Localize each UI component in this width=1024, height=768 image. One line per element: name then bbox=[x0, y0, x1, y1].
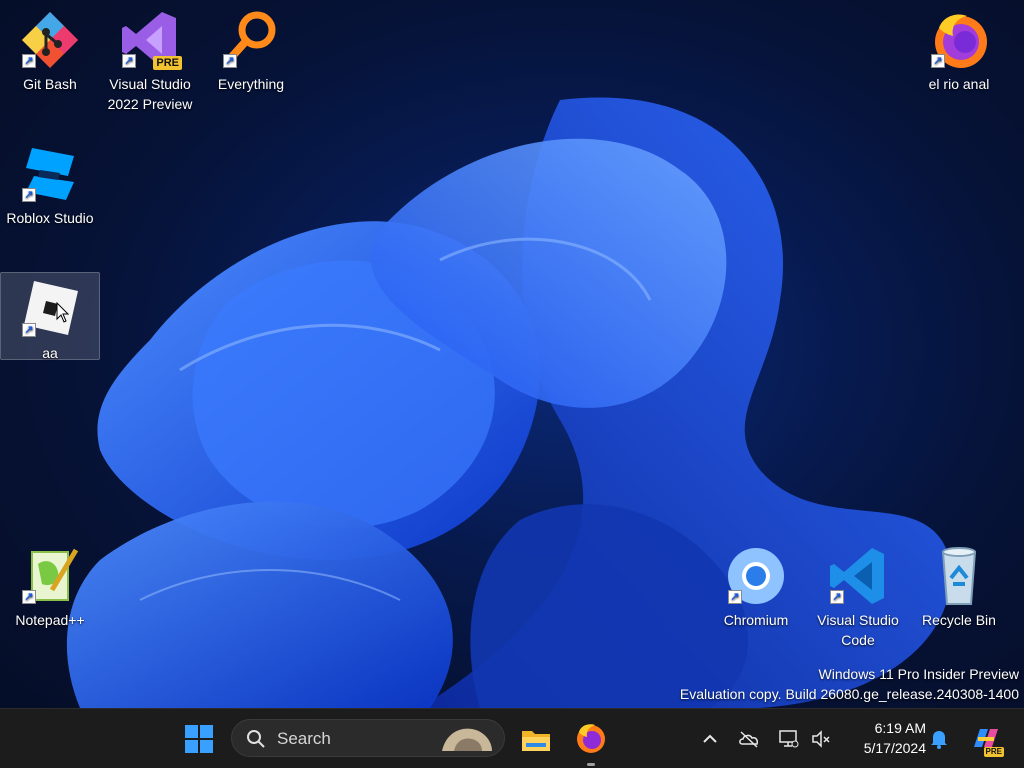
desktop-icon-chromium[interactable]: ↗ Chromium bbox=[708, 540, 804, 632]
visual-studio-preview-icon: PRE ↗ bbox=[118, 8, 182, 72]
desktop-icon-firefox[interactable]: ↗ el rio anal bbox=[911, 4, 1007, 96]
show-hidden-icons-button[interactable] bbox=[698, 727, 722, 751]
shortcut-arrow-icon: ↗ bbox=[22, 323, 36, 337]
start-icon bbox=[185, 725, 213, 753]
firefox-taskbar-button[interactable] bbox=[571, 719, 611, 766]
shortcut-arrow-icon: ↗ bbox=[22, 54, 36, 68]
running-indicator bbox=[587, 763, 595, 766]
desktop-icon-label: Recycle Bin bbox=[922, 612, 996, 628]
desktop-icon-visual-studio-preview[interactable]: PRE ↗ Visual Studio 2022 Preview bbox=[102, 4, 198, 116]
copilot-button[interactable]: PRE bbox=[966, 719, 1006, 759]
vscode-icon: ↗ bbox=[826, 544, 890, 608]
clock-time: 6:19 AM bbox=[874, 720, 926, 736]
shortcut-arrow-icon: ↗ bbox=[223, 54, 237, 68]
shortcut-arrow-icon: ↗ bbox=[728, 590, 742, 604]
desktop-icon-roblox-studio[interactable]: ↗ Roblox Studio bbox=[2, 138, 98, 230]
everything-search-icon: ↗ bbox=[219, 8, 283, 72]
recycle-bin-icon bbox=[927, 544, 991, 608]
desktop-icon-label: Visual Studio Code bbox=[817, 612, 899, 648]
shortcut-arrow-icon: ↗ bbox=[122, 54, 136, 68]
network-icon bbox=[779, 730, 799, 748]
search-icon bbox=[247, 730, 265, 748]
desktop-icon-label: Visual Studio 2022 Preview bbox=[107, 76, 193, 112]
chromium-icon: ↗ bbox=[724, 544, 788, 608]
watermark-line-1: Windows 11 Pro Insider Preview bbox=[818, 666, 1019, 682]
evaluation-watermark: Windows 11 Pro Insider Preview Evaluatio… bbox=[680, 664, 1019, 704]
copilot-pre-badge: PRE bbox=[983, 747, 1004, 757]
onedrive-off-icon bbox=[739, 731, 758, 748]
desktop-icon-label: Chromium bbox=[723, 612, 789, 628]
search-highlight-icon bbox=[442, 728, 492, 751]
desktop-icon-everything[interactable]: ↗ Everything bbox=[203, 4, 299, 96]
desktop-icon-label: Notepad++ bbox=[15, 612, 85, 628]
shortcut-arrow-icon: ↗ bbox=[830, 590, 844, 604]
volume-muted-icon bbox=[812, 730, 830, 748]
desktop-icon-git-bash[interactable]: ↗ Git Bash bbox=[2, 4, 98, 96]
desktop-icon-label: el rio anal bbox=[928, 76, 990, 92]
taskbar: Search 6:19 AM 5/17/2024 PRE bbox=[0, 708, 1024, 768]
desktop-icon-label: Roblox Studio bbox=[6, 210, 94, 226]
search-placeholder: Search bbox=[277, 729, 331, 748]
network-button[interactable] bbox=[777, 727, 801, 751]
shortcut-arrow-icon: ↗ bbox=[22, 590, 36, 604]
desktop-icon-label: Everything bbox=[217, 76, 285, 92]
desktop-icon-vscode[interactable]: ↗ Visual Studio Code bbox=[810, 540, 906, 652]
roblox-icon: ↗ bbox=[18, 277, 82, 341]
start-button[interactable] bbox=[179, 719, 219, 759]
onedrive-button[interactable] bbox=[737, 727, 761, 751]
desktop-icon-notepad-plus-plus[interactable]: ↗ Notepad++ bbox=[2, 540, 98, 632]
taskbar-clock[interactable]: 6:19 AM 5/17/2024 bbox=[846, 718, 926, 758]
notepad-plus-plus-icon: ↗ bbox=[18, 544, 82, 608]
clock-date: 5/17/2024 bbox=[863, 740, 926, 756]
bell-icon bbox=[931, 731, 947, 749]
shortcut-arrow-icon: ↗ bbox=[22, 188, 36, 202]
desktop-icon-recycle-bin[interactable]: Recycle Bin bbox=[911, 540, 1007, 632]
firefox-icon: ↗ bbox=[927, 8, 991, 72]
desktop-icon-label: aa bbox=[42, 345, 58, 361]
roblox-studio-icon: ↗ bbox=[18, 142, 82, 206]
desktop-icon-aa[interactable]: ↗ aa bbox=[0, 272, 100, 361]
mouse-cursor-icon bbox=[56, 302, 70, 323]
taskbar-search-box[interactable]: Search bbox=[231, 719, 505, 757]
chevron-up-icon bbox=[703, 734, 717, 743]
git-bash-icon: ↗ bbox=[18, 8, 82, 72]
file-explorer-icon bbox=[522, 731, 550, 751]
notifications-button[interactable] bbox=[927, 727, 951, 751]
file-explorer-button[interactable] bbox=[516, 719, 556, 759]
shortcut-arrow-icon: ↗ bbox=[931, 54, 945, 68]
pre-badge: PRE bbox=[153, 56, 182, 70]
firefox-icon bbox=[577, 724, 605, 753]
volume-button[interactable] bbox=[809, 727, 833, 751]
watermark-line-2: Evaluation copy. Build 26080.ge_release.… bbox=[679, 686, 1019, 702]
desktop-icon-label: Git Bash bbox=[23, 76, 77, 92]
